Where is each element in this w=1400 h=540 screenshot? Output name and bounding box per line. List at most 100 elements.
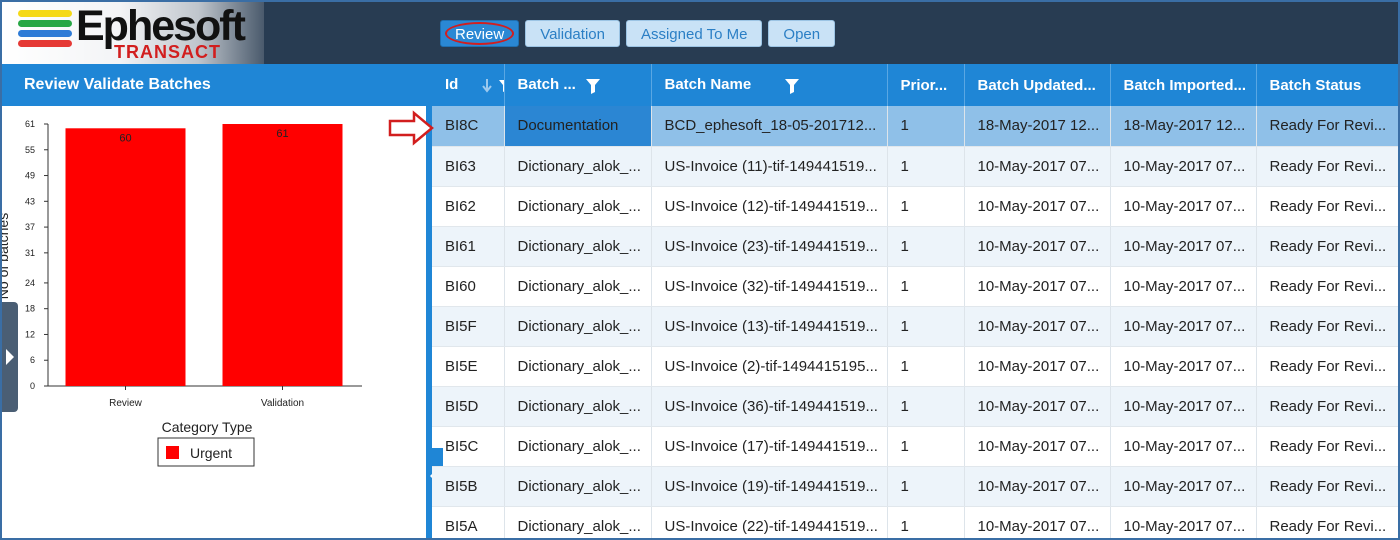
y-tick-label: 37	[25, 222, 35, 232]
column-header-batch-class[interactable]: Batch ...	[504, 64, 652, 106]
cell-status: Ready For Revi...	[1256, 266, 1398, 307]
cell-batch-name: US-Invoice (22)-tif-149441519...	[651, 506, 888, 538]
table-row[interactable]: BI5A Dictionary_alok_... US-Invoice (22)-t…	[432, 506, 1398, 538]
tab-assigned-to-me[interactable]: Assigned To Me	[625, 20, 763, 47]
cell-priority: 1	[887, 426, 965, 467]
y-tick-label: 6	[30, 355, 35, 365]
cell-batch-name: US-Invoice (23)-tif-149441519...	[651, 226, 888, 267]
legend-swatch	[166, 446, 179, 459]
cell-status: Ready For Revi...	[1256, 386, 1398, 427]
cell-id: BI5C	[432, 426, 505, 467]
cell-id: BI5B	[432, 466, 505, 507]
cell-id: BI62	[432, 186, 505, 227]
cell-priority: 1	[887, 386, 965, 427]
cell-priority: 1	[887, 466, 965, 507]
cell-priority: 1	[887, 266, 965, 307]
cell-status: Ready For Revi...	[1256, 426, 1398, 467]
table-row[interactable]: BI5D Dictionary_alok_... US-Invoice (36)-t…	[432, 386, 1398, 427]
y-tick-label: 61	[25, 119, 35, 129]
table-row[interactable]: BI61 Dictionary_alok_... US-Invoice (23)-t…	[432, 226, 1398, 267]
column-label: Batch Name	[664, 76, 752, 94]
table-row[interactable]: BI8C Documentation BCD_ephesoft_18-05-2017…	[432, 106, 1398, 147]
column-header-batch-updated[interactable]: Batch Updated...	[964, 64, 1111, 106]
x-tick-label: Review	[109, 398, 143, 409]
table-row[interactable]: BI5B Dictionary_alok_... US-Invoice (19)-t…	[432, 466, 1398, 507]
table-row[interactable]: BI5C Dictionary_alok_... US-Invoice (17)-t…	[432, 426, 1398, 467]
column-header-batch-name[interactable]: Batch Name	[651, 64, 888, 106]
cell-imported: 10-May-2017 07...	[1110, 226, 1257, 267]
cell-batch-name: US-Invoice (17)-tif-149441519...	[651, 426, 888, 467]
cell-batch-class: Dictionary_alok_...	[504, 226, 652, 267]
cell-priority: 1	[887, 506, 965, 538]
cell-updated: 10-May-2017 07...	[964, 506, 1111, 538]
cell-batch-class: Dictionary_alok_...	[504, 426, 652, 467]
cell-imported: 18-May-2017 12...	[1110, 106, 1257, 147]
tab-open[interactable]: Open	[768, 20, 836, 47]
legend-entry: Urgent	[190, 445, 232, 461]
y-tick-label: 24	[25, 278, 35, 288]
column-label: Batch ...	[517, 76, 576, 94]
cell-batch-name: US-Invoice (32)-tif-149441519...	[651, 266, 888, 307]
cell-batch-name: US-Invoice (12)-tif-149441519...	[651, 186, 888, 227]
cell-status: Ready For Revi...	[1256, 466, 1398, 507]
cell-batch-class: Dictionary_alok_...	[504, 186, 652, 227]
filter-icon[interactable]	[586, 78, 601, 94]
y-tick-label: 31	[25, 248, 35, 258]
cell-batch-name: US-Invoice (11)-tif-149441519...	[651, 146, 888, 187]
cell-updated: 10-May-2017 07...	[964, 226, 1111, 267]
table-header-row: Id Batch ... Batch Name Prior... Batch U…	[432, 64, 1398, 106]
cell-imported: 10-May-2017 07...	[1110, 306, 1257, 347]
cell-batch-name: US-Invoice (13)-tif-149441519...	[651, 306, 888, 347]
column-header-batch-imported[interactable]: Batch Imported...	[1110, 64, 1257, 106]
cell-batch-name: US-Invoice (2)-tif-1494415195...	[651, 346, 888, 387]
cell-updated: 18-May-2017 12...	[964, 106, 1111, 147]
y-tick-label: 0	[30, 381, 35, 391]
cell-priority: 1	[887, 106, 965, 147]
cell-priority: 1	[887, 186, 965, 227]
filter-icon[interactable]	[785, 78, 800, 94]
batch-table: Id Batch ... Batch Name Prior... Batch U…	[432, 64, 1398, 538]
tab-validation[interactable]: Validation	[525, 20, 620, 47]
cell-updated: 10-May-2017 07...	[964, 266, 1111, 307]
cell-updated: 10-May-2017 07...	[964, 146, 1111, 187]
cell-imported: 10-May-2017 07...	[1110, 266, 1257, 307]
cell-batch-class: Dictionary_alok_...	[504, 266, 652, 307]
table-row[interactable]: BI5E Dictionary_alok_... US-Invoice (2)-ti…	[432, 346, 1398, 387]
cell-status: Ready For Revi...	[1256, 106, 1398, 147]
cell-imported: 10-May-2017 07...	[1110, 186, 1257, 227]
column-header-batch-status[interactable]: Batch Status	[1256, 64, 1398, 106]
cell-status: Ready For Revi...	[1256, 186, 1398, 227]
data-label: 61	[276, 128, 288, 140]
cell-batch-class: Dictionary_alok_...	[504, 306, 652, 347]
sort-down-icon[interactable]	[481, 78, 504, 94]
y-tick-label: 12	[25, 329, 35, 339]
y-tick-label: 43	[25, 196, 35, 206]
cell-imported: 10-May-2017 07...	[1110, 146, 1257, 187]
cell-batch-name: US-Invoice (19)-tif-149441519...	[651, 466, 888, 507]
cell-status: Ready For Revi...	[1256, 306, 1398, 347]
tab-review[interactable]: Review	[440, 20, 520, 47]
cell-batch-class: Dictionary_alok_...	[504, 466, 652, 507]
cell-id: BI5F	[432, 306, 505, 347]
panel-title: Review Validate Batches	[2, 64, 426, 106]
logo: Ephesoft TRANSACT	[2, 2, 264, 64]
column-header-priority[interactable]: Prior...	[887, 64, 965, 106]
cell-batch-name: US-Invoice (36)-tif-149441519...	[651, 386, 888, 427]
cell-updated: 10-May-2017 07...	[964, 466, 1111, 507]
legend-title: Category Type	[162, 419, 253, 435]
batch-chart: 0 6 12 18 24 31 37 43 49 55 61 No of batches 60 Revie…	[2, 119, 362, 467]
expand-left-icon[interactable]	[2, 302, 18, 412]
cell-updated: 10-May-2017 07...	[964, 386, 1111, 427]
cell-batch-class: Documentation	[504, 106, 652, 147]
column-header-id[interactable]: Id	[432, 64, 505, 106]
table-row[interactable]: BI5F Dictionary_alok_... US-Invoice (13)-t…	[432, 306, 1398, 347]
cell-id: BI61	[432, 226, 505, 267]
table-row[interactable]: BI63 Dictionary_alok_... US-Invoice (11)-t…	[432, 146, 1398, 187]
cell-imported: 10-May-2017 07...	[1110, 506, 1257, 538]
table-row[interactable]: BI62 Dictionary_alok_... US-Invoice (12)-t…	[432, 186, 1398, 227]
cell-batch-class: Dictionary_alok_...	[504, 346, 652, 387]
cell-status: Ready For Revi...	[1256, 506, 1398, 538]
cell-id: BI60	[432, 266, 505, 307]
logo-subtext: TRANSACT	[114, 42, 221, 62]
table-row[interactable]: BI60 Dictionary_alok_... US-Invoice (32)-t…	[432, 266, 1398, 307]
